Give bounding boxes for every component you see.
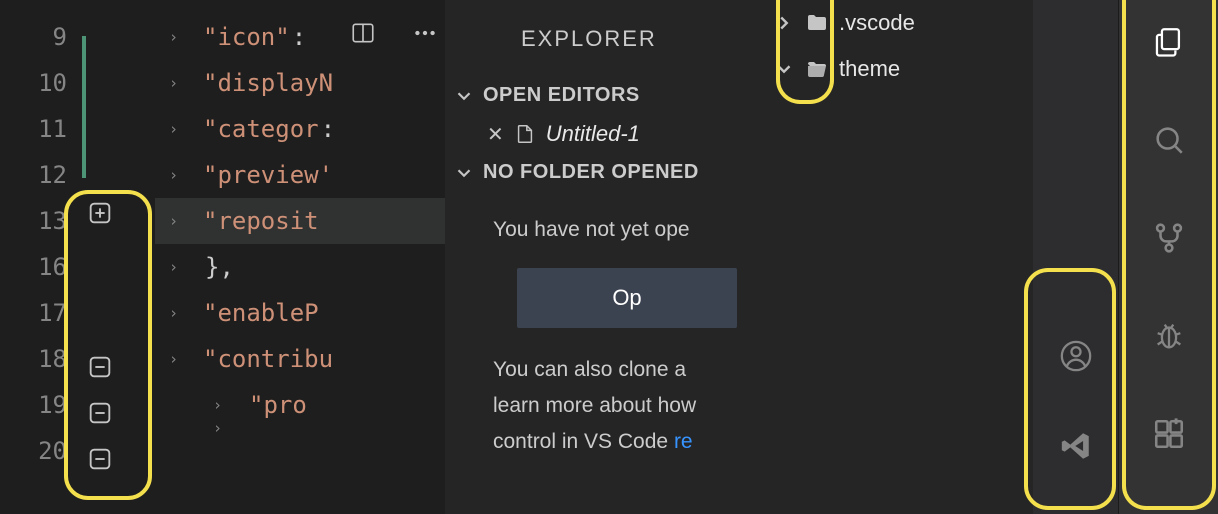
chevron-right-icon (773, 12, 795, 34)
folder-icon (805, 11, 829, 35)
file-icon (514, 121, 536, 147)
fold-collapse-icon[interactable] (85, 444, 115, 474)
no-folder-label: NO FOLDER OPENED (483, 161, 699, 184)
fold-expand-icon[interactable] (85, 198, 115, 228)
explorer-title: EXPLORER (445, 0, 765, 78)
explorer-panel: EXPLORER OPEN EDITORS ✕ Untitled-1 NO FO… (445, 0, 765, 514)
fold-collapse-icon[interactable] (85, 352, 115, 382)
code-editor[interactable]: 9 10 11 12 13 16 17 18 19 20 ›"icon": ›"… (0, 0, 445, 514)
source-control-icon[interactable] (1149, 218, 1189, 258)
open-folder-button[interactable]: Op (517, 268, 737, 328)
open-editors-header[interactable]: OPEN EDITORS (445, 78, 765, 113)
folder-tree-item[interactable]: theme (765, 46, 1033, 92)
more-actions-icon[interactable] (412, 20, 438, 46)
line-number-gutter: 9 10 11 12 13 16 17 18 19 20 (0, 0, 85, 514)
code-content[interactable]: ›"icon": ›"displayN ›"categor: ›"preview… (155, 0, 445, 514)
extensions-icon[interactable] (1149, 414, 1189, 454)
fold-gutter (85, 0, 155, 514)
search-icon[interactable] (1149, 120, 1189, 160)
files-icon[interactable] (1149, 22, 1189, 62)
no-folder-text-1: You have not yet ope (493, 212, 735, 248)
open-editor-item[interactable]: ✕ Untitled-1 (445, 113, 765, 155)
open-editor-label: Untitled-1 (546, 121, 640, 147)
folder-open-icon (805, 57, 829, 81)
fold-collapse-icon[interactable] (85, 398, 115, 428)
close-icon[interactable]: ✕ (487, 122, 504, 147)
no-folder-text-2b: learn more about how (493, 388, 735, 424)
no-folder-text-2c: control in VS Code re (493, 424, 735, 460)
folder-name: .vscode (839, 10, 915, 36)
folder-tree-item[interactable]: .vscode (765, 0, 1033, 46)
bug-icon[interactable] (1149, 316, 1189, 356)
no-folder-header[interactable]: NO FOLDER OPENED (445, 155, 765, 190)
secondary-activity-strip (1033, 0, 1118, 514)
open-editors-label: OPEN EDITORS (483, 84, 640, 107)
folder-tree: .vscode theme (765, 0, 1033, 514)
no-folder-text-2a: You can also clone a (493, 352, 735, 388)
activity-bar (1118, 0, 1218, 514)
no-folder-body: You have not yet ope Op You can also clo… (445, 190, 765, 460)
split-editor-icon[interactable] (350, 20, 376, 46)
vs-icon[interactable] (1056, 426, 1096, 466)
folder-name: theme (839, 56, 900, 82)
account-icon[interactable] (1056, 336, 1096, 376)
chevron-down-icon (773, 58, 795, 80)
read-more-link[interactable]: re (674, 430, 693, 453)
